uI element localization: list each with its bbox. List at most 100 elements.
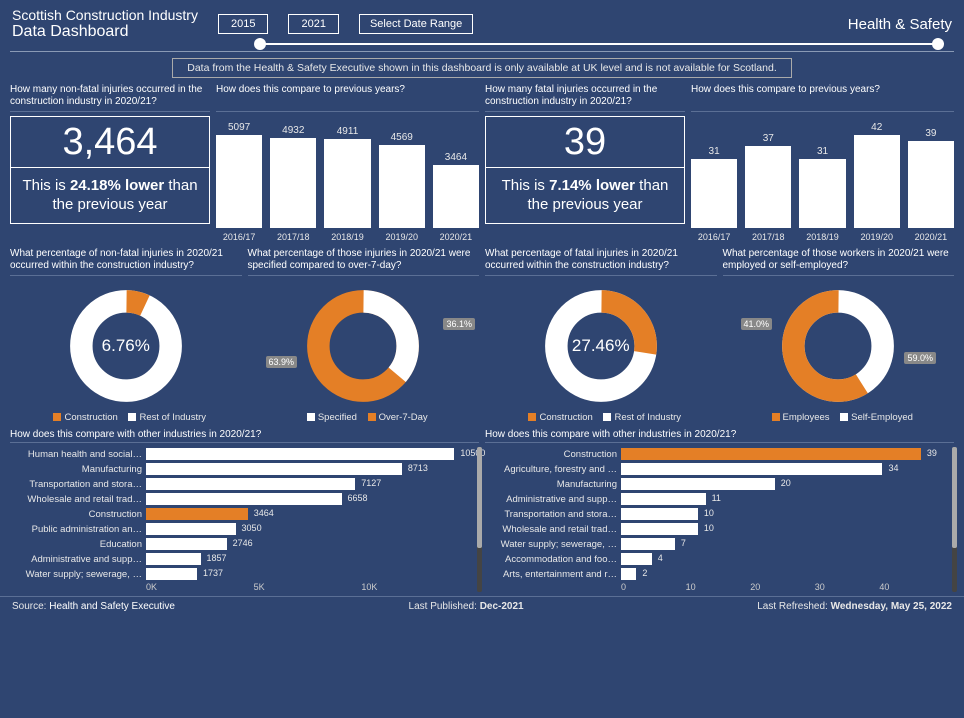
- legend-over7: Over-7-Day: [379, 412, 428, 423]
- hbar-row[interactable]: Wholesale and retail trad…10: [485, 522, 944, 537]
- bar-label: 2019/20: [379, 232, 425, 242]
- hbar-row[interactable]: Manufacturing20: [485, 477, 944, 492]
- hbar-value: 7: [681, 538, 686, 548]
- hbar-row[interactable]: Public administration an…3050: [10, 522, 469, 537]
- published-value: Dec-2021: [480, 601, 524, 612]
- fatal-share-donut[interactable]: 27.46%: [485, 280, 717, 412]
- hbar-label: Human health and social…: [10, 449, 142, 460]
- slider-knob-right[interactable]: [932, 38, 944, 50]
- hbar-label: Education: [10, 539, 142, 550]
- hbar-row[interactable]: Water supply; sewerage, …7: [485, 537, 944, 552]
- axis-tick: 20: [750, 582, 815, 592]
- hbar-label: Manufacturing: [10, 464, 142, 475]
- axis-tick: 0: [621, 582, 686, 592]
- hbar-value: 1857: [207, 553, 227, 563]
- nonfatal-trend-chart[interactable]: 50972016/1749322017/1849112018/194569201…: [216, 116, 479, 242]
- nonfatal-change-box: This is 24.18% lower than the previous y…: [10, 168, 210, 224]
- select-date-range-button[interactable]: Select Date Range: [359, 14, 473, 34]
- fatal-trend-chart[interactable]: 312016/17372017/18312018/19422019/203920…: [691, 116, 954, 242]
- bar[interactable]: 49112018/19: [324, 126, 370, 242]
- hbar-row[interactable]: Construction 39: [485, 447, 944, 462]
- divider: [10, 51, 954, 52]
- hbar-row[interactable]: Transportation and stora…7127: [10, 477, 469, 492]
- bar[interactable]: 49322017/18: [270, 125, 316, 242]
- hbar-value: 39: [927, 448, 937, 458]
- bar-value: 39: [908, 128, 954, 139]
- scrollbar[interactable]: [952, 447, 957, 592]
- hbar-row[interactable]: Accommodation and foo…4: [485, 552, 944, 567]
- bar-label: 2017/18: [270, 232, 316, 242]
- section-label: Health & Safety: [848, 16, 952, 33]
- bar[interactable]: 372017/18: [745, 133, 791, 242]
- bar-label: 2016/17: [691, 232, 737, 242]
- hbar-label: Accommodation and foo…: [485, 554, 617, 565]
- q-fatal-compare: How does this compare with other industr…: [485, 429, 954, 443]
- legend-employees: Employees: [783, 412, 830, 423]
- nonfatal-compare-chart[interactable]: Human health and social…10500Manufacturi…: [10, 447, 479, 592]
- hbar-label: Construction: [485, 449, 617, 460]
- right-column: How many fatal injuries occurred in the …: [485, 84, 954, 592]
- specified-donut[interactable]: 36.1% 63.9%: [248, 280, 480, 412]
- hbar-value: 2: [642, 568, 647, 578]
- q-fatal-count: How many fatal injuries occurred in the …: [485, 84, 685, 112]
- bar-label: 2017/18: [745, 232, 791, 242]
- scrollbar[interactable]: [477, 447, 482, 592]
- nonfatal-count-box: 3,464: [10, 116, 210, 168]
- hbar-value: 2746: [233, 538, 253, 548]
- bar[interactable]: 392020/21: [908, 128, 954, 242]
- legend-specified-a: Specified: [318, 412, 357, 423]
- hbar-row[interactable]: Water supply; sewerage, …1737: [10, 567, 469, 582]
- hbar-value: 10: [704, 523, 714, 533]
- hbar-row[interactable]: Agriculture, forestry and …34: [485, 462, 944, 477]
- hbar-row[interactable]: Wholesale and retail trad…6658: [10, 492, 469, 507]
- hbar-row[interactable]: Administrative and supp…1857: [10, 552, 469, 567]
- legend-specified: Specified Over-7-Day: [248, 412, 480, 423]
- hbar-row[interactable]: Arts, entertainment and r…2: [485, 567, 944, 582]
- bar[interactable]: 34642020/21: [433, 152, 479, 242]
- header: Scottish Construction Industry Data Dash…: [0, 0, 964, 43]
- bar-label: 2019/20: [854, 232, 900, 242]
- hbar-row[interactable]: Education 2746: [10, 537, 469, 552]
- fatal-compare-chart[interactable]: Construction 39 Agriculture, forestry and …: [485, 447, 954, 592]
- bar[interactable]: 422019/20: [854, 122, 900, 242]
- hbar-value: 10: [704, 508, 714, 518]
- refreshed-value: Wednesday, May 25, 2022: [831, 601, 952, 612]
- hbar-row[interactable]: Construction3464: [10, 507, 469, 522]
- nonfatal-share-value: 6.76%: [102, 336, 150, 356]
- axis-tick: 40: [879, 582, 944, 592]
- hbar-value: 20: [781, 478, 791, 488]
- hbar-row[interactable]: Manufacturing 8713: [10, 462, 469, 477]
- sub-word: lower: [125, 177, 164, 194]
- bar-value: 3464: [433, 152, 479, 163]
- date-slider[interactable]: [0, 43, 950, 51]
- bar[interactable]: 45692019/20: [379, 132, 425, 242]
- employment-donut[interactable]: 41.0% 59.0%: [723, 280, 955, 412]
- bar[interactable]: 312018/19: [799, 146, 845, 242]
- legend-rest: Rest of Industry: [139, 412, 206, 423]
- q-employment-status: What percentage of those workers in 2020…: [723, 248, 955, 276]
- q-nonfatal-count: How many non-fatal injuries occurred in …: [10, 84, 210, 112]
- legend-construction: Construction: [64, 412, 117, 423]
- nonfatal-share-donut[interactable]: 6.76%: [10, 280, 242, 412]
- legend-construction: Construction: [539, 412, 592, 423]
- sub-pct: 7.14%: [549, 177, 592, 194]
- year-from-box[interactable]: 2015: [218, 14, 268, 34]
- hbar-label: Water supply; sewerage, …: [10, 569, 142, 580]
- hbar-value: 8713: [408, 463, 428, 473]
- year-to-box[interactable]: 2021: [288, 14, 338, 34]
- bar[interactable]: 312016/17: [691, 146, 737, 242]
- bar-value: 31: [799, 146, 845, 157]
- hbar-row[interactable]: Human health and social…10500: [10, 447, 469, 462]
- over7-pct-label: 63.9%: [266, 356, 298, 368]
- sub-pct: 24.18%: [70, 177, 121, 194]
- hbar-row[interactable]: Transportation and stora…10: [485, 507, 944, 522]
- legend-nonfatal-share: Construction Rest of Industry: [10, 412, 242, 423]
- slider-knob-left[interactable]: [254, 38, 266, 50]
- q-nonfatal-trend: How does this compare to previous years?: [216, 84, 479, 112]
- hbar-row[interactable]: Administrative and supp…11: [485, 492, 944, 507]
- q-fatal-trend: How does this compare to previous years?: [691, 84, 954, 112]
- bar[interactable]: 50972016/17: [216, 122, 262, 242]
- source-link[interactable]: Health and Safety Executive: [49, 601, 175, 612]
- slider-track[interactable]: [260, 43, 938, 45]
- sub-pre: This is: [502, 177, 550, 194]
